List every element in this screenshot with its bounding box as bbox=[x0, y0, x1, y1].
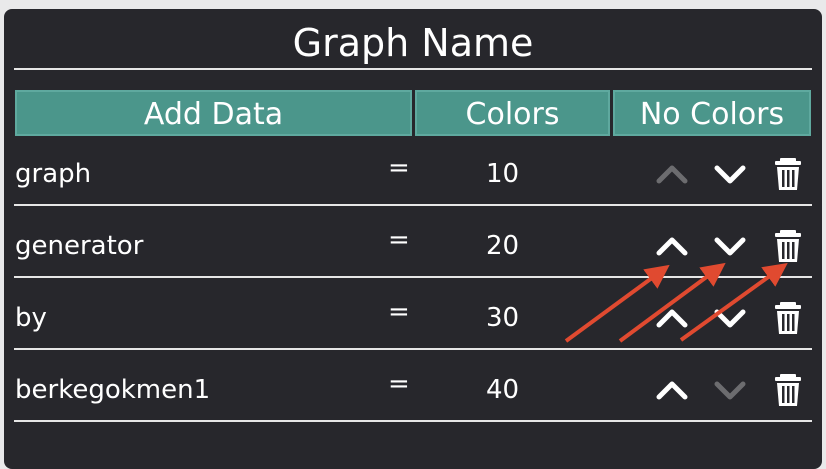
trash-icon[interactable] bbox=[770, 229, 806, 263]
graph-title: Graph Name bbox=[292, 21, 534, 65]
equals-sign: = bbox=[388, 369, 410, 399]
data-row: by = 30 bbox=[14, 287, 812, 359]
row-label: generator bbox=[15, 231, 144, 261]
row-value: 10 bbox=[486, 159, 520, 189]
no-colors-button[interactable]: No Colors bbox=[613, 90, 811, 136]
data-row: berkegokmen1 = 40 bbox=[14, 359, 812, 431]
add-data-button[interactable]: Add Data bbox=[15, 90, 412, 136]
trash-icon[interactable] bbox=[770, 373, 806, 407]
graph-panel: Graph Name Add Data Colors No Colors gra… bbox=[4, 9, 822, 469]
row-value: 40 bbox=[486, 375, 520, 405]
equals-sign: = bbox=[388, 297, 410, 327]
title-divider bbox=[14, 68, 812, 70]
trash-icon[interactable] bbox=[770, 301, 806, 335]
chevron-down-icon[interactable] bbox=[712, 157, 748, 191]
row-value: 30 bbox=[486, 303, 520, 333]
equals-sign: = bbox=[388, 153, 410, 183]
chevron-up-icon[interactable] bbox=[654, 229, 690, 263]
row-divider bbox=[14, 276, 812, 278]
row-divider bbox=[14, 348, 812, 350]
row-label: graph bbox=[15, 159, 92, 189]
data-row: graph = 10 bbox=[14, 143, 812, 215]
chevron-up-icon[interactable] bbox=[654, 157, 690, 191]
row-divider bbox=[14, 204, 812, 206]
trash-icon[interactable] bbox=[770, 157, 806, 191]
row-label: berkegokmen1 bbox=[15, 375, 211, 405]
row-divider bbox=[14, 420, 812, 422]
row-label: by bbox=[15, 303, 47, 333]
chevron-down-icon[interactable] bbox=[712, 373, 748, 407]
chevron-down-icon[interactable] bbox=[712, 301, 748, 335]
chevron-up-icon[interactable] bbox=[654, 373, 690, 407]
data-row: generator = 20 bbox=[14, 215, 812, 287]
chevron-down-icon[interactable] bbox=[712, 229, 748, 263]
chevron-up-icon[interactable] bbox=[654, 301, 690, 335]
equals-sign: = bbox=[388, 225, 410, 255]
row-value: 20 bbox=[486, 231, 520, 261]
colors-button[interactable]: Colors bbox=[415, 90, 610, 136]
